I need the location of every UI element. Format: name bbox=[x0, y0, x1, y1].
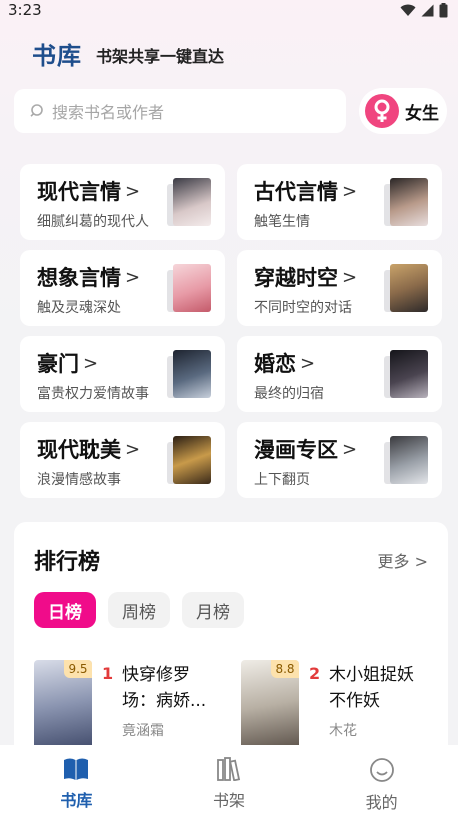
tab-profile[interactable]: 我的 bbox=[342, 757, 422, 813]
status-time: 3:23 bbox=[8, 1, 42, 19]
category-subtitle: 不同时空的对话 bbox=[254, 300, 352, 316]
category-card-modern-romance[interactable]: 现代言情 > 细腻纠葛的现代人 bbox=[20, 164, 225, 240]
category-subtitle: 浪漫情感故事 bbox=[37, 472, 121, 488]
category-card-comics[interactable]: 漫画专区 > 上下翻页 bbox=[237, 422, 442, 498]
page-slogan: 书架共享一键直达 bbox=[96, 47, 225, 66]
status-icons bbox=[400, 3, 448, 18]
chevron-right-icon: > bbox=[125, 266, 141, 288]
category-title: 豪门 bbox=[37, 352, 79, 376]
search-input[interactable]: 搜索书名或作者 bbox=[14, 89, 346, 133]
tab-label: 书架 bbox=[212, 791, 245, 810]
category-card-marriage[interactable]: 婚恋 > 最终的归宿 bbox=[237, 336, 442, 412]
book-rank-number: 2 bbox=[309, 664, 321, 683]
tab-bookstore[interactable]: 书库 bbox=[36, 757, 116, 811]
tab-label: 书库 bbox=[60, 791, 93, 810]
search-placeholder: 搜索书名或作者 bbox=[52, 103, 165, 122]
tab-label: 我的 bbox=[365, 793, 398, 812]
status-bar: 3:23 bbox=[0, 0, 458, 22]
tab-bookshelf[interactable]: 书架 bbox=[189, 757, 269, 811]
page-header: 书库 书架共享一键直达 bbox=[32, 36, 224, 70]
more-link[interactable]: 更多 > bbox=[377, 548, 428, 572]
ranking-section: 排行榜 更多 > 日榜 周榜 月榜 9.5 1 快穿修罗场：病娇... 竟涵霜 … bbox=[14, 522, 448, 762]
more-label: 更多 bbox=[377, 552, 410, 571]
ranking-book-item[interactable]: 8.8 2 木小姐捉妖不作妖 木花 bbox=[241, 660, 441, 750]
category-card-modern-bl[interactable]: 现代耽美 > 浪漫情感故事 bbox=[20, 422, 225, 498]
chevron-right-icon: > bbox=[83, 352, 99, 374]
book-score-badge: 9.5 bbox=[64, 660, 92, 678]
category-title: 穿越时空 bbox=[254, 266, 338, 290]
book-cover-image bbox=[390, 178, 428, 226]
ranking-title: 排行榜 bbox=[34, 550, 101, 575]
category-title: 婚恋 bbox=[254, 352, 296, 376]
category-card-ancient-romance[interactable]: 古代言情 > 触笔生情 bbox=[237, 164, 442, 240]
battery-icon bbox=[439, 3, 448, 18]
category-subtitle: 触及灵魂深处 bbox=[37, 300, 121, 316]
book-title: 木小姐捉妖不作妖 bbox=[329, 665, 414, 711]
page-title: 书库 bbox=[32, 41, 82, 70]
chevron-right-icon: > bbox=[342, 266, 358, 288]
bottom-tab-bar: 书库 书架 我的 bbox=[0, 745, 458, 820]
category-card-fantasy-romance[interactable]: 想象言情 > 触及灵魂深处 bbox=[20, 250, 225, 326]
category-card-time-travel[interactable]: 穿越时空 > 不同时空的对话 bbox=[237, 250, 442, 326]
chevron-right-icon: > bbox=[300, 352, 316, 374]
book-score-badge: 8.8 bbox=[271, 660, 299, 678]
book-rank-number: 1 bbox=[102, 664, 114, 683]
category-title: 现代耽美 bbox=[37, 438, 121, 462]
open-book-icon bbox=[64, 758, 89, 780]
book-cover-image bbox=[390, 436, 428, 484]
book-cover-image bbox=[173, 178, 211, 226]
book-author: 木花 bbox=[329, 723, 357, 739]
gender-label: 女生 bbox=[405, 103, 439, 124]
book-cover-image bbox=[173, 264, 211, 312]
category-card-wealthy-family[interactable]: 豪门 > 富贵权力爱情故事 bbox=[20, 336, 225, 412]
ranking-tabs: 日榜 周榜 月榜 bbox=[34, 592, 244, 628]
gender-switch-button[interactable]: 女生 bbox=[359, 88, 447, 134]
wifi-icon bbox=[400, 4, 416, 16]
signal-icon bbox=[421, 4, 434, 17]
category-subtitle: 细腻纠葛的现代人 bbox=[37, 214, 149, 230]
tab-weekly[interactable]: 周榜 bbox=[108, 592, 170, 628]
category-subtitle: 富贵权力爱情故事 bbox=[37, 386, 149, 402]
category-grid: 现代言情 > 细腻纠葛的现代人 古代言情 > 触笔生情 想象言情 > 触及灵魂深处 穿… bbox=[20, 164, 442, 498]
smile-icon bbox=[369, 758, 394, 782]
category-subtitle: 上下翻页 bbox=[254, 472, 310, 488]
chevron-right-icon: > bbox=[342, 438, 358, 460]
book-cover-image bbox=[173, 350, 211, 398]
book-cover-image bbox=[390, 264, 428, 312]
chevron-right-icon: > bbox=[414, 552, 428, 571]
book-cover-image bbox=[390, 350, 428, 398]
category-title: 漫画专区 bbox=[254, 438, 338, 462]
book-cover-image bbox=[173, 436, 211, 484]
category-subtitle: 最终的归宿 bbox=[254, 386, 324, 402]
category-title: 现代言情 bbox=[37, 180, 121, 204]
category-subtitle: 触笔生情 bbox=[254, 214, 310, 230]
chevron-right-icon: > bbox=[125, 438, 141, 460]
tab-monthly[interactable]: 月榜 bbox=[182, 592, 244, 628]
search-icon bbox=[30, 104, 43, 117]
ranking-book-item[interactable]: 9.5 1 快穿修罗场：病娇... 竟涵霜 bbox=[34, 660, 234, 750]
category-title: 想象言情 bbox=[37, 266, 121, 290]
category-title: 古代言情 bbox=[254, 180, 338, 204]
tab-daily[interactable]: 日榜 bbox=[34, 592, 96, 628]
female-icon bbox=[365, 94, 399, 128]
chevron-right-icon: > bbox=[125, 180, 141, 202]
book-title: 快穿修罗场：病娇... bbox=[122, 665, 207, 711]
chevron-right-icon: > bbox=[342, 180, 358, 202]
bookshelf-icon bbox=[217, 757, 241, 781]
book-author: 竟涵霜 bbox=[122, 723, 164, 739]
